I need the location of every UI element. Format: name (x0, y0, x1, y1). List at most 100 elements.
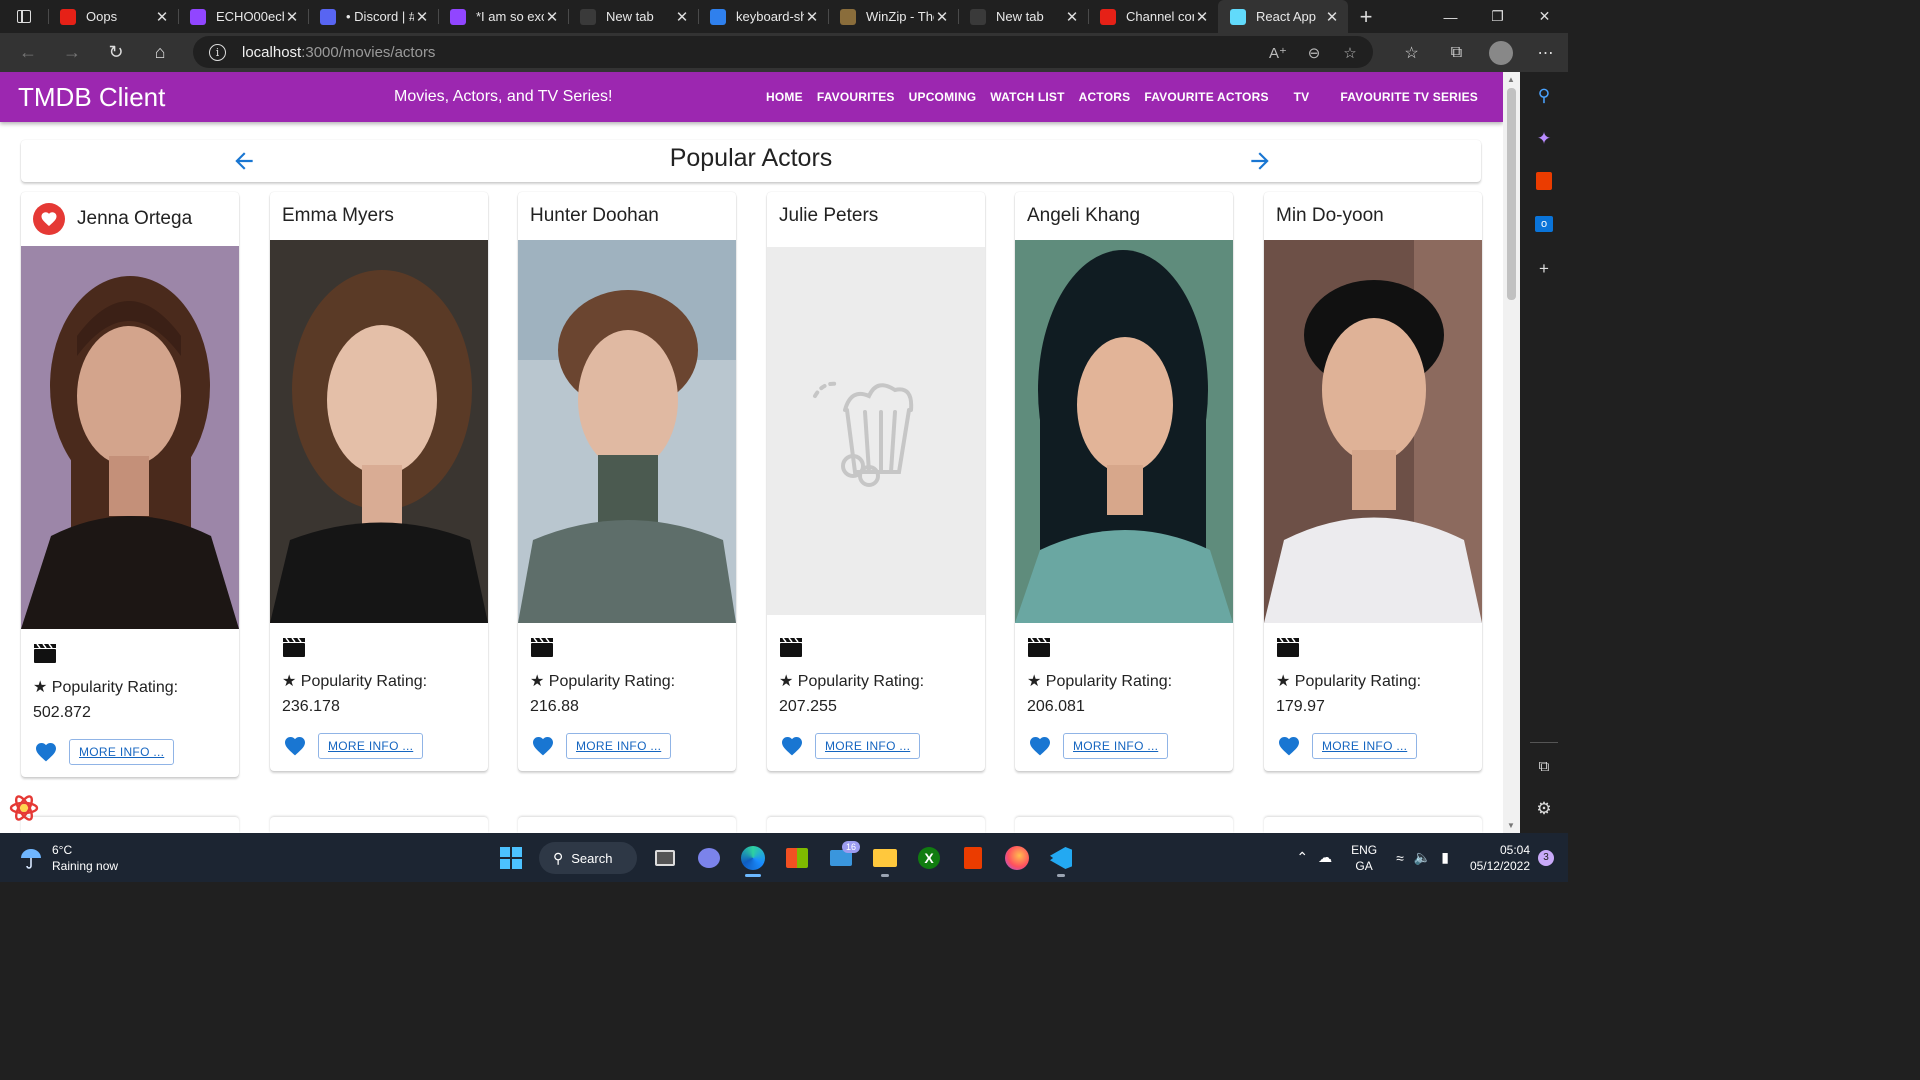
more-info-button[interactable]: MORE INFO ... (815, 733, 921, 759)
profile-avatar[interactable] (1489, 40, 1513, 65)
close-tab-icon[interactable]: ✕ (1064, 8, 1080, 26)
favorites-icon[interactable]: ☆ (1389, 43, 1434, 63)
add-to-favourites-heart-icon[interactable] (1027, 734, 1053, 758)
office-taskbar-button[interactable] (951, 838, 995, 878)
language-indicator[interactable]: ENG GA (1351, 842, 1377, 874)
add-to-favourites-heart-icon[interactable] (530, 734, 556, 758)
teams-chat-button[interactable] (687, 838, 731, 878)
back-button[interactable]: ← (6, 35, 50, 71)
nav-favourites[interactable]: Favourites (810, 90, 902, 104)
clapperboard-icon (779, 637, 803, 657)
actor-photo (270, 240, 488, 623)
close-tab-icon[interactable]: ✕ (1194, 8, 1210, 26)
add-to-favourites-heart-icon[interactable] (1276, 734, 1302, 758)
home-button[interactable]: ⌂ (138, 35, 182, 71)
outlook-icon[interactable]: o (1532, 212, 1556, 236)
browser-tab[interactable]: Channel con ✕ (1088, 0, 1218, 33)
more-info-button[interactable]: MORE INFO ... (1312, 733, 1418, 759)
newtab-icon (970, 8, 986, 25)
battery-icon[interactable]: ▮ (1441, 849, 1449, 866)
browser-tab[interactable]: ECHO00echo✕ (178, 0, 308, 33)
store-button[interactable] (775, 838, 819, 878)
nav-home[interactable]: Home (759, 90, 810, 104)
site-info-icon[interactable]: i (209, 43, 226, 61)
restore-button[interactable]: ❐ (1474, 0, 1521, 33)
more-info-button[interactable]: MORE INFO ... (69, 739, 175, 765)
close-tab-icon[interactable]: ✕ (674, 8, 690, 26)
scroll-down-icon[interactable]: ▼ (1507, 821, 1515, 830)
weather-status: Raining now (52, 859, 119, 873)
close-tab-icon[interactable]: ✕ (414, 8, 430, 26)
close-tab-icon[interactable]: ✕ (1324, 8, 1340, 26)
nav-tv[interactable]: TV (1276, 90, 1334, 104)
close-tab-icon[interactable]: ✕ (284, 8, 300, 26)
browser-tab[interactable]: Oops ✕ (48, 0, 178, 33)
weather-widget[interactable]: 6°C Raining now (18, 842, 118, 874)
next-page-arrow-icon[interactable] (1247, 148, 1273, 174)
read-aloud-icon[interactable]: A⁺ (1260, 44, 1296, 62)
browser-tab[interactable]: • Discord | # ✕ (308, 0, 438, 33)
more-info-button[interactable]: MORE INFO ... (318, 733, 424, 759)
clock[interactable]: 05:04 05/12/2022 (1470, 842, 1530, 874)
close-tab-icon[interactable]: ✕ (804, 8, 820, 26)
nav-actors[interactable]: Actors (1072, 90, 1138, 104)
copilot-icon[interactable]: ✦ (1532, 127, 1556, 151)
zoom-out-icon[interactable]: ⊖ (1296, 44, 1332, 62)
wifi-icon[interactable]: ≈ (1396, 850, 1404, 866)
next-row-card-edge (270, 817, 488, 833)
show-hidden-icons-icon[interactable]: ⌃ (1296, 849, 1308, 866)
firefox-button[interactable] (995, 838, 1039, 878)
more-info-button[interactable]: MORE INFO ... (1063, 733, 1169, 759)
add-to-favourites-heart-icon[interactable] (779, 734, 805, 758)
refresh-button[interactable]: ↻ (94, 35, 138, 71)
nav-upcoming[interactable]: Upcoming (902, 90, 984, 104)
nav-favourite-actors[interactable]: Favourite Actors (1137, 90, 1275, 104)
edge-taskbar-button[interactable] (731, 838, 775, 878)
hide-sidebar-icon[interactable]: ⧉ (1532, 754, 1556, 778)
forward-button[interactable]: → (50, 35, 94, 71)
task-view-button[interactable] (643, 838, 687, 878)
taskbar-search[interactable]: ⚲ Search (539, 842, 637, 874)
more-info-button[interactable]: MORE INFO ... (566, 733, 672, 759)
browser-tab[interactable]: WinZip - The ✕ (828, 0, 958, 33)
nav-watch-list[interactable]: Watch List (983, 90, 1071, 104)
close-tab-icon[interactable]: ✕ (934, 8, 950, 26)
nav-favourite-tv-series[interactable]: Favourite TV Series (1333, 90, 1485, 104)
file-explorer-button[interactable] (863, 838, 907, 878)
xbox-button[interactable]: X (907, 838, 951, 878)
close-tab-icon[interactable]: ✕ (544, 8, 560, 26)
volume-icon[interactable]: 🔈 (1414, 849, 1431, 866)
onedrive-weather-icon[interactable]: ☁ (1318, 849, 1332, 866)
collections-icon[interactable]: ⧉ (1434, 44, 1479, 62)
favourite-heart-icon (33, 203, 65, 235)
page-scrollbar[interactable]: ▲ ▼ (1503, 72, 1520, 833)
start-button[interactable] (489, 838, 533, 878)
browser-tab[interactable]: keyboard-sh ✕ (698, 0, 828, 33)
popularity-label: Popularity Rating: (1294, 673, 1422, 690)
add-favorite-icon[interactable]: ☆ (1332, 44, 1368, 62)
mail-button[interactable]: 16 (819, 838, 863, 878)
search-icon[interactable]: ⚲ (1532, 84, 1556, 108)
minimize-button[interactable]: — (1427, 0, 1474, 33)
close-window-button[interactable]: ✕ (1521, 0, 1568, 33)
react-query-devtools-icon[interactable] (8, 792, 40, 824)
sidebar-settings-icon[interactable]: ⚙ (1532, 797, 1556, 821)
browser-tab[interactable]: New tab ✕ (958, 0, 1088, 33)
add-to-favourites-heart-icon[interactable] (282, 734, 308, 758)
vscode-button[interactable] (1039, 838, 1083, 878)
browser-tab[interactable]: *I am so exc ✕ (438, 0, 568, 33)
close-tab-icon[interactable]: ✕ (154, 8, 170, 26)
notification-badge[interactable]: 3 (1538, 849, 1554, 866)
scroll-up-icon[interactable]: ▲ (1507, 75, 1515, 84)
add-to-favourites-heart-icon[interactable] (33, 740, 59, 764)
add-sidebar-app-icon[interactable]: + (1532, 257, 1556, 281)
browser-tab[interactable]: React App ✕ (1218, 0, 1348, 33)
tab-actions-menu-button[interactable] (0, 0, 48, 33)
new-tab-button[interactable]: + (1348, 0, 1384, 33)
actor-name: Min Do-yoon (1276, 205, 1384, 226)
settings-more-icon[interactable]: ⋯ (1523, 43, 1568, 63)
browser-tab[interactable]: New tab ✕ (568, 0, 698, 33)
office-icon[interactable] (1532, 169, 1556, 193)
scrollbar-thumb[interactable] (1507, 88, 1516, 300)
address-bar[interactable]: i localhost:3000/movies/actors (193, 36, 1373, 68)
